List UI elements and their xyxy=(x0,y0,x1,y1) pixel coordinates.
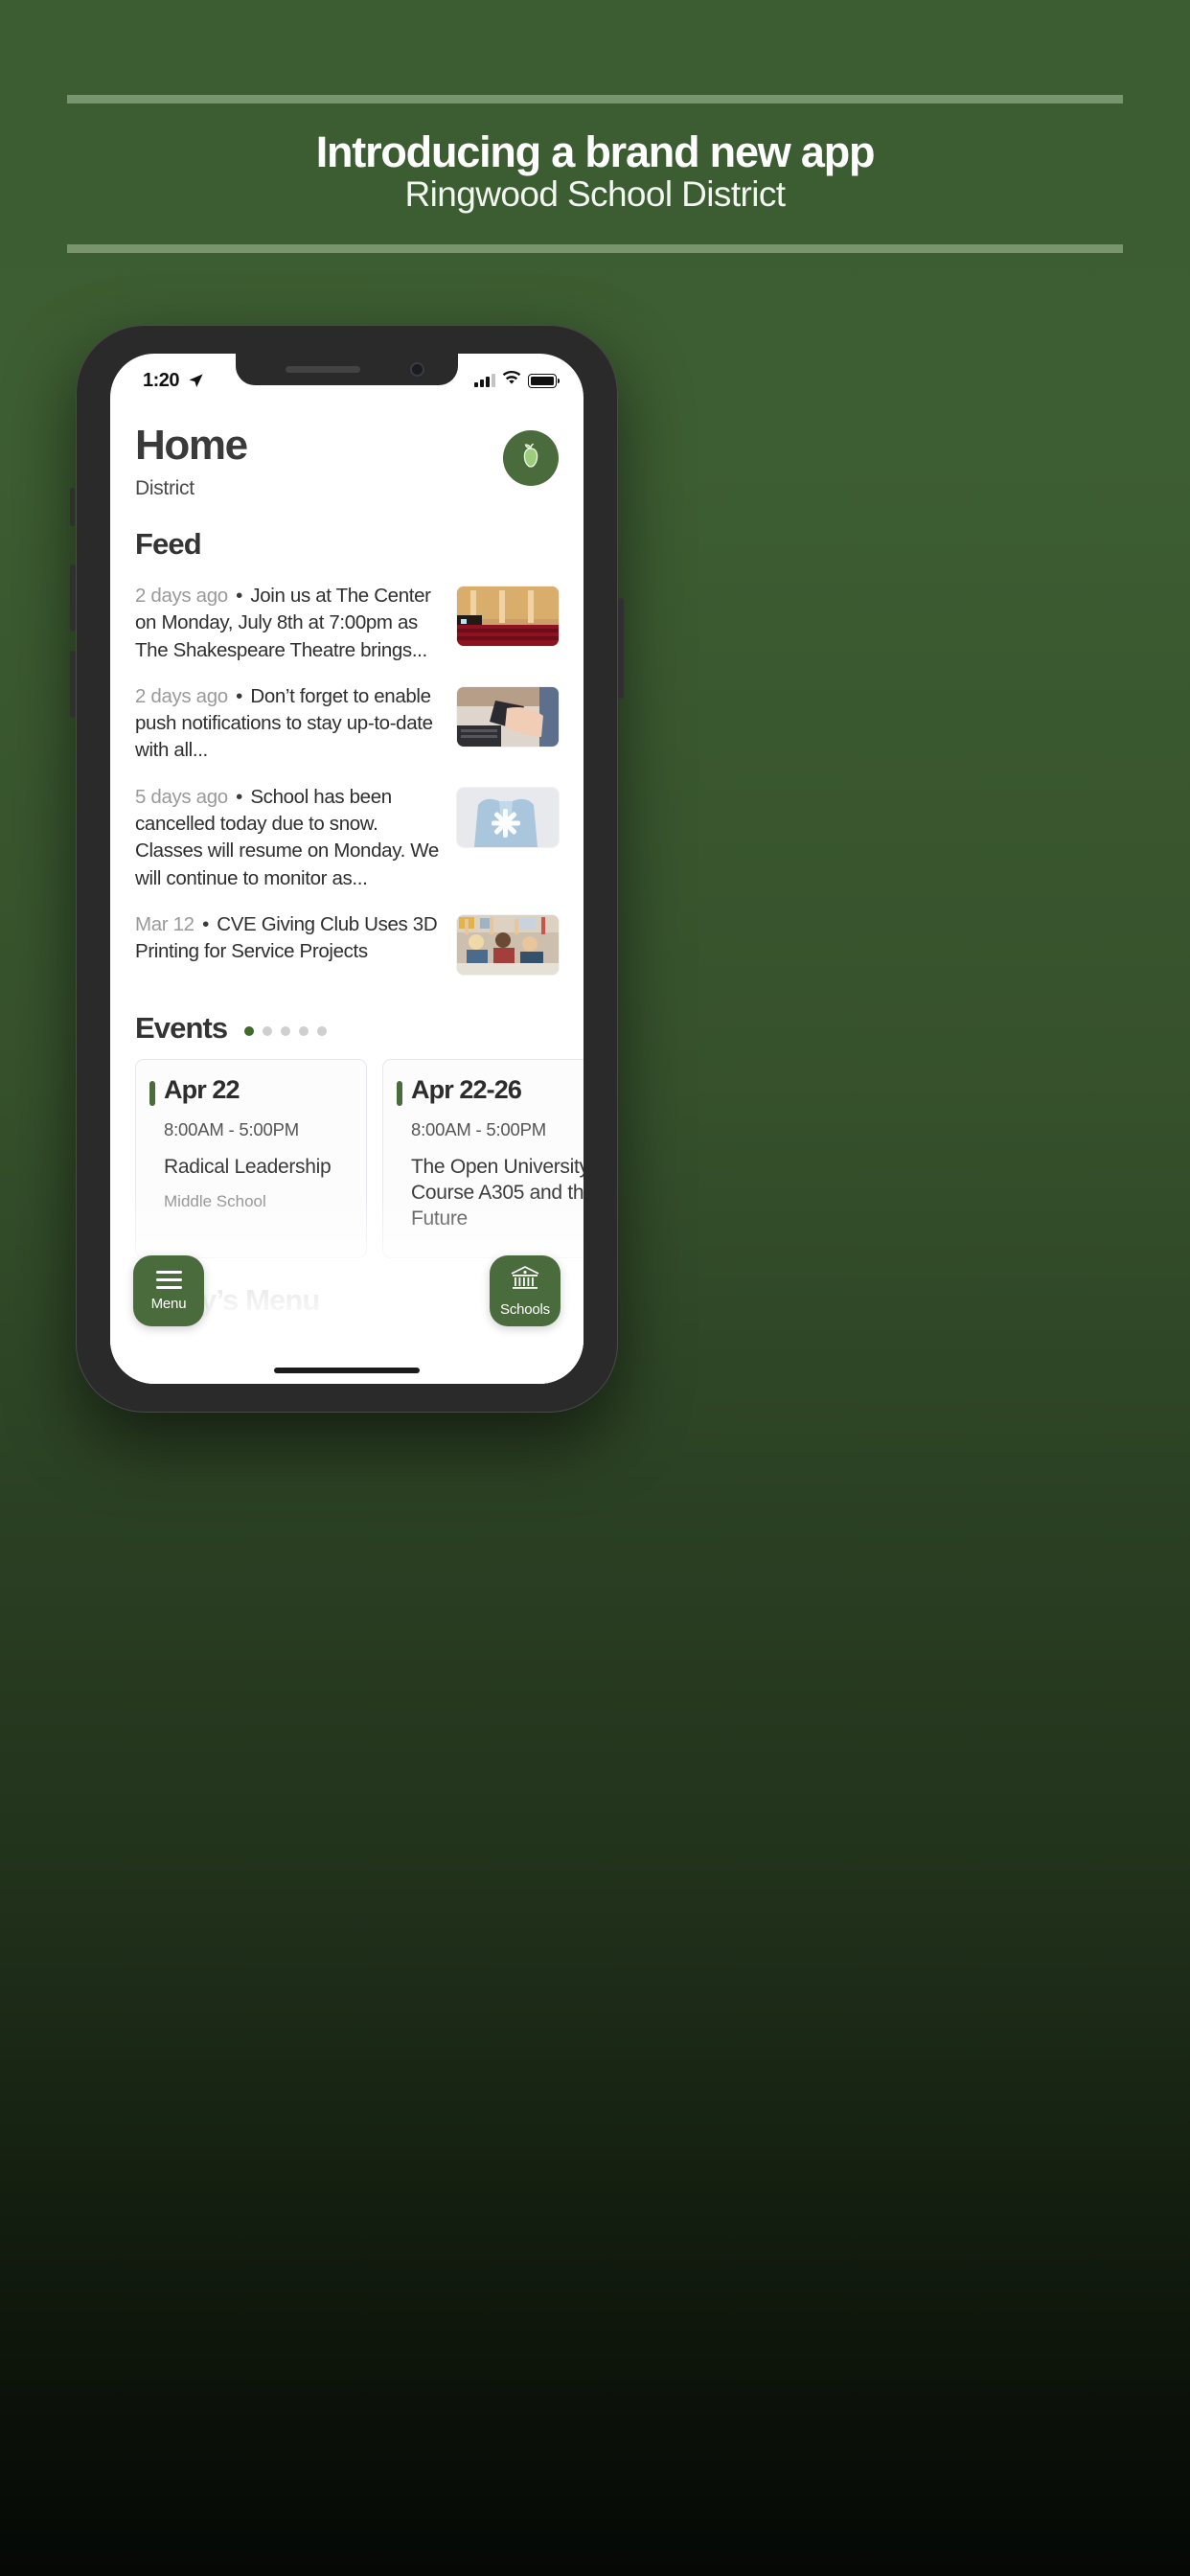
event-accent-bar xyxy=(149,1080,155,1106)
floating-action-row: Menu Schools xyxy=(110,1255,584,1326)
page-heading-group: Home District xyxy=(135,422,248,500)
menu-button-label: Menu xyxy=(150,1295,187,1312)
event-card-header: Apr 22 xyxy=(149,1074,351,1106)
promo-subtitle: Ringwood School District xyxy=(404,174,786,214)
device-notch xyxy=(236,354,458,385)
page-dot-4[interactable] xyxy=(299,1025,309,1036)
events-page-dots[interactable] xyxy=(244,1021,328,1036)
feed-item-text: Mar 12 • CVE Giving Club Uses 3D Printin… xyxy=(135,911,442,966)
theatre-interior-thumbnail xyxy=(457,586,559,646)
promo-title: Introducing a brand new app xyxy=(315,127,876,176)
volume-down-button[interactable] xyxy=(70,651,76,718)
classroom-students-thumbnail xyxy=(457,914,559,975)
event-name: Radical Leadership xyxy=(164,1155,332,1178)
hands-phone-thumbnail xyxy=(457,686,559,747)
schools-button[interactable]: Schools xyxy=(490,1255,561,1326)
events-heading: Events xyxy=(135,1010,228,1045)
feed-item-text: 2 days ago • Don’t forget to enable push… xyxy=(135,683,442,765)
menu-button[interactable]: Menu xyxy=(133,1255,204,1326)
status-time: 1:20 xyxy=(143,369,180,391)
feed-item-separator: • xyxy=(236,684,242,707)
feed-item[interactable]: Mar 12 • CVE Giving Club Uses 3D Printin… xyxy=(135,904,559,986)
feed-item-date: 2 days ago xyxy=(135,585,228,607)
status-left: 1:20 xyxy=(143,370,204,392)
phone-screen: 1:20 Home District Feed 2 days ago • Joi… xyxy=(110,354,584,1384)
feed-item-date: 2 days ago xyxy=(135,684,228,707)
avatar[interactable] xyxy=(503,430,559,486)
apple-logo-icon xyxy=(515,440,546,477)
volume-up-button[interactable] xyxy=(70,564,76,632)
home-indicator[interactable] xyxy=(274,1368,420,1373)
status-right xyxy=(474,370,560,390)
feed-item[interactable]: 2 days ago • Don’t forget to enable push… xyxy=(135,676,559,776)
page-subtitle: District xyxy=(135,477,195,499)
location-arrow-icon xyxy=(188,373,204,389)
feed-item-separator: • xyxy=(202,912,209,935)
page-dot-5[interactable] xyxy=(317,1025,328,1036)
schools-button-label: Schools xyxy=(500,1300,550,1318)
events-carousel[interactable]: Apr 22 8:00AM - 5:00PM Radical Leadershi… xyxy=(135,1058,584,1258)
feed-item-separator: • xyxy=(236,785,242,808)
event-card[interactable]: Apr 22-26 8:00AM - 5:00PM The Open Unive… xyxy=(382,1058,584,1258)
event-accent-bar xyxy=(397,1080,402,1106)
snowflake-mittens-thumbnail xyxy=(457,787,559,847)
feed-item-text: 5 days ago • School has been cancelled t… xyxy=(135,784,442,892)
battery-icon xyxy=(528,373,560,388)
feed-item-date: Mar 12 xyxy=(135,912,195,935)
feed-item[interactable]: 2 days ago • Join us at The Center on Mo… xyxy=(135,575,559,676)
school-building-icon xyxy=(509,1265,541,1295)
page-dot-1[interactable] xyxy=(244,1025,255,1036)
event-card-header: Apr 22-26 xyxy=(397,1074,584,1106)
hamburger-menu-icon xyxy=(155,1270,182,1289)
earpiece-speaker xyxy=(286,366,360,373)
app-content: Home District Feed 2 days ago • Join us … xyxy=(110,398,584,1384)
events-heading-row: Events xyxy=(135,1011,559,1046)
feed-heading: Feed xyxy=(135,527,202,561)
page-dot-3[interactable] xyxy=(281,1025,291,1036)
app-header: Home District xyxy=(135,398,559,500)
wifi-icon xyxy=(502,370,521,390)
feed-item-date: 5 days ago xyxy=(135,785,228,808)
event-location: Middle School xyxy=(164,1192,266,1211)
divider-top xyxy=(67,95,1123,104)
phone-mockup: 1:20 Home District Feed 2 days ago • Joi… xyxy=(70,325,624,1413)
page-title: Home xyxy=(135,422,248,469)
cellular-signal-icon xyxy=(474,374,495,387)
feed-item[interactable]: 5 days ago • School has been cancelled t… xyxy=(135,776,559,904)
event-date: Apr 22 xyxy=(164,1074,240,1104)
todays-menu-meal: Breakfast xyxy=(135,1332,252,1363)
event-time: 8:00AM - 5:00PM xyxy=(164,1118,299,1139)
page-dot-2[interactable] xyxy=(263,1025,273,1036)
feed-item-separator: • xyxy=(236,585,242,607)
event-date: Apr 22-26 xyxy=(411,1074,522,1104)
front-camera-icon xyxy=(410,362,424,377)
feed-item-text: 2 days ago • Join us at The Center on Mo… xyxy=(135,583,442,664)
divider-bottom xyxy=(67,244,1123,253)
power-button[interactable] xyxy=(618,598,624,699)
event-time: 8:00AM - 5:00PM xyxy=(411,1118,546,1139)
event-card[interactable]: Apr 22 8:00AM - 5:00PM Radical Leadershi… xyxy=(135,1058,367,1258)
feed-list: 2 days ago • Join us at The Center on Mo… xyxy=(135,575,559,986)
event-name: The Open University’s Course A305 and th… xyxy=(411,1155,584,1230)
